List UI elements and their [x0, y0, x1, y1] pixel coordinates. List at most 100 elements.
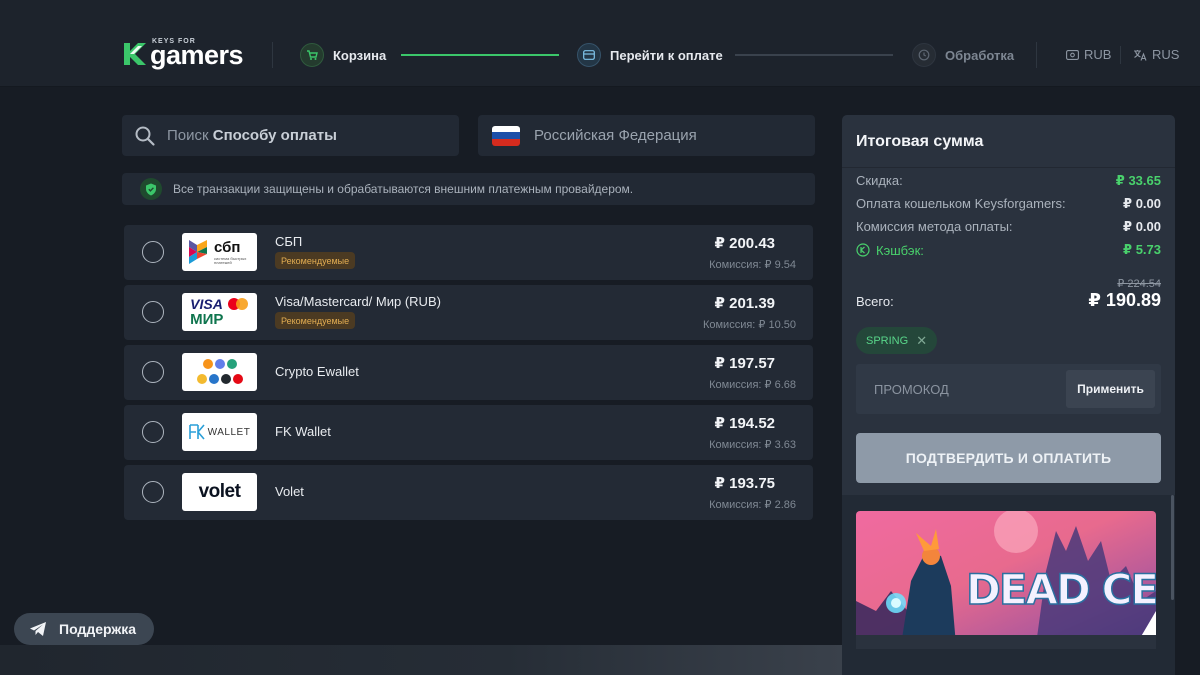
clock-icon — [912, 43, 936, 67]
promo-code-field: ПРОМОКОД Применить — [856, 364, 1161, 414]
sbp-logo-icon — [189, 240, 207, 264]
total-row: Всего: ₽ 190.89 — [856, 290, 1161, 311]
telegram-icon — [30, 622, 46, 636]
radio-button[interactable] — [142, 241, 164, 263]
total-price: ₽ 190.89 — [1088, 290, 1161, 310]
payment-method-price: ₽ 197.57 — [714, 355, 775, 372]
radio-button[interactable] — [142, 301, 164, 323]
payment-method-volet[interactable]: volet Volet ₽ 193.75 Комиссия: ₽ 2.86 — [124, 465, 813, 520]
header-divider — [272, 42, 273, 68]
cashback-icon — [856, 243, 870, 257]
step-processing-label: Обработка — [945, 47, 1015, 63]
mastercard-icon — [227, 298, 248, 310]
summary-row-label: Кэшбэк: — [856, 242, 924, 258]
apply-promo-button[interactable]: Применить — [1066, 370, 1155, 408]
payment-method-name: FK Wallet — [275, 424, 331, 439]
summary-row-label: Комиссия метода оплаты: — [856, 219, 1013, 234]
confirm-and-pay-button[interactable]: ПОДТВЕРДИТЬ И ОПЛАТИТЬ — [856, 433, 1161, 483]
summary-row-discount: Скидка: ₽ 33.65 — [856, 173, 1161, 189]
crypto-coins-icon — [196, 359, 243, 384]
radio-button[interactable] — [142, 361, 164, 383]
fk-wallet-logo: WALLET — [182, 413, 257, 451]
payment-method-fee: Комиссия: ₽ 2.86 — [709, 499, 796, 511]
game-title-text: DEAD CELLS — [966, 565, 1156, 614]
support-button[interactable]: Поддержка — [14, 613, 154, 645]
progress-line-pending — [735, 54, 893, 56]
translate-icon — [1134, 49, 1147, 61]
game-item-info-bar — [856, 635, 1156, 649]
support-label: Поддержка — [59, 621, 137, 637]
radio-button[interactable] — [142, 421, 164, 443]
money-icon — [1066, 49, 1079, 60]
top-header: KEYS FOR gamers Корзина Перейти к оплате… — [0, 0, 1200, 87]
shield-icon — [140, 178, 162, 200]
summary-row-method-fee: Комиссия метода оплаты: ₽ 0.00 — [856, 219, 1161, 235]
order-summary-panel: Итоговая сумма Скидка: ₽ 33.65 Оплата ко… — [842, 115, 1175, 675]
payment-method-search-input[interactable]: Поиск Способу оплаты — [122, 115, 459, 156]
fk-icon — [188, 424, 205, 440]
payment-method-price: ₽ 194.52 — [714, 415, 775, 432]
crypto-logo — [182, 353, 257, 391]
sbp-logo-text: сбп — [214, 238, 241, 256]
scrollbar[interactable] — [1171, 495, 1174, 600]
summary-row-value: ₽ 0.00 — [1123, 219, 1161, 234]
k-logo-icon — [124, 43, 146, 65]
payment-method-price: ₽ 193.75 — [714, 475, 775, 492]
payment-method-price: ₽ 201.39 — [714, 295, 775, 312]
promo-tag-label: SPRING — [866, 334, 909, 347]
payment-method-crypto[interactable]: Crypto Ewallet ₽ 197.57 Комиссия: ₽ 6.68 — [124, 345, 813, 400]
cart-icon — [300, 43, 324, 67]
security-notice: Все транзакции защищены и обрабатываются… — [122, 173, 815, 205]
close-icon[interactable]: ✕ — [916, 333, 927, 349]
visa-logo-text: VISA — [190, 296, 223, 312]
summary-row-label: Скидка: — [856, 173, 903, 188]
header-divider — [1120, 46, 1121, 64]
step-cart-label: Корзина — [333, 47, 387, 63]
search-placeholder: Поиск Способу оплаты — [167, 127, 337, 144]
summary-row-label: Оплата кошельком Keysforgamers: — [856, 196, 1066, 211]
applied-promo-tag[interactable]: SPRING ✕ — [856, 327, 938, 354]
summary-divider — [842, 167, 1175, 168]
volet-logo-text: volet — [198, 481, 241, 502]
radio-button[interactable] — [142, 481, 164, 503]
payment-method-fee: Комиссия: ₽ 9.54 — [709, 259, 796, 271]
payment-method-name: Volet — [275, 484, 304, 499]
recommended-badge: Рекомендуемые — [275, 252, 356, 269]
game-cover-image[interactable]: DEAD CELLS — [856, 511, 1156, 645]
header-divider — [1036, 42, 1037, 68]
summary-row-cashback: Кэшбэк: ₽ 5.73 — [856, 242, 1161, 258]
summary-row-value: ₽ 0.00 — [1123, 196, 1161, 211]
promo-code-input[interactable]: ПРОМОКОД — [874, 382, 949, 397]
payment-method-sbp[interactable]: сбп система быстрых платежей СБП Рекомен… — [124, 225, 813, 280]
payment-method-fee: Комиссия: ₽ 3.63 — [709, 439, 796, 451]
payment-method-list: сбп система быстрых платежей СБП Рекомен… — [124, 225, 813, 525]
step-cart[interactable]: Корзина — [300, 43, 386, 67]
payment-method-price: ₽ 200.43 — [714, 235, 775, 252]
visa-mastercard-mir-logo: VISA МИР — [182, 293, 257, 331]
payment-method-fee: Комиссия: ₽ 6.68 — [709, 379, 796, 391]
language-label: RUS — [1152, 47, 1180, 62]
step-checkout[interactable]: Перейти к оплате — [577, 43, 723, 67]
game-cover-art: DEAD CELLS — [856, 511, 1156, 645]
recommended-badge: Рекомендуемые — [275, 312, 356, 329]
language-selector[interactable]: RUS — [1133, 47, 1179, 62]
logo-text: gamers — [150, 40, 244, 70]
keysforgamers-logo[interactable]: KEYS FOR gamers — [122, 38, 252, 70]
step-checkout-label: Перейти к оплате — [610, 47, 723, 63]
payment-method-fk-wallet[interactable]: WALLET FK Wallet ₽ 194.52 Комиссия: ₽ 3.… — [124, 405, 813, 460]
sbp-logo: сбп система быстрых платежей — [182, 233, 257, 271]
currency-selector[interactable]: RUB — [1066, 47, 1111, 62]
payment-method-fee: Комиссия: ₽ 10.50 — [702, 319, 796, 331]
currency-label: RUB — [1084, 47, 1112, 62]
step-processing: Обработка — [912, 43, 1014, 67]
payment-method-name: Crypto Ewallet — [275, 364, 359, 379]
payment-method-card[interactable]: VISA МИР Visa/Mastercard/ Мир (RUB) Реко… — [124, 285, 813, 340]
country-selector[interactable]: Российская Федерация — [478, 115, 815, 156]
fk-wallet-logo-text: WALLET — [207, 426, 251, 438]
bottom-bar — [0, 645, 842, 675]
progress-line-done — [401, 54, 559, 56]
summary-title: Итоговая сумма — [856, 133, 984, 150]
volet-logo: volet — [182, 473, 257, 511]
total-label: Всего: — [856, 294, 894, 309]
payment-method-name: СБП — [275, 234, 303, 249]
